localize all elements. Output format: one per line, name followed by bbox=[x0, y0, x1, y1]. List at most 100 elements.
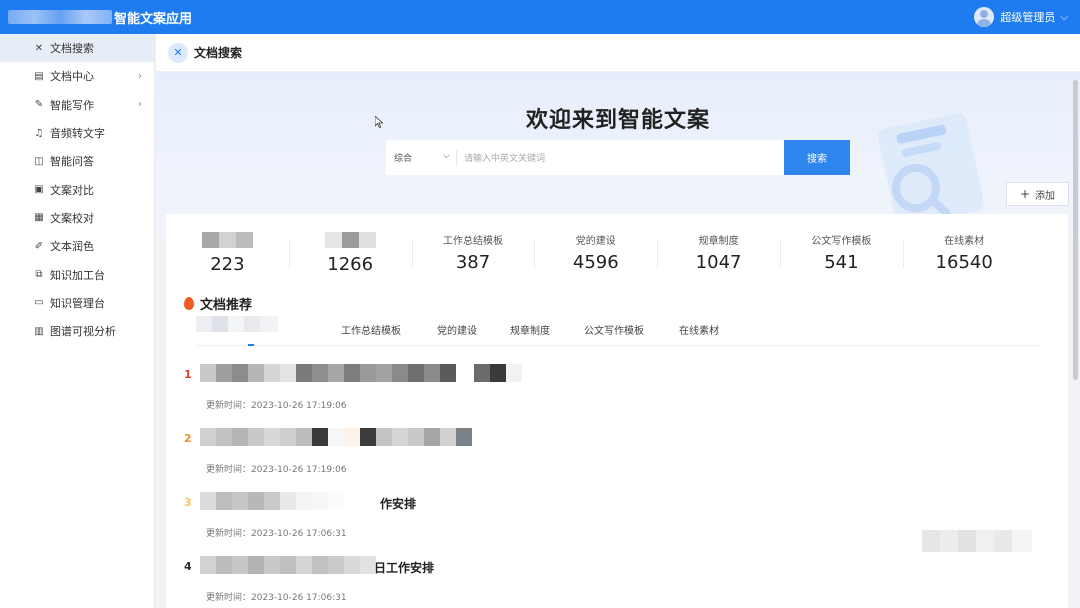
chevron-right-icon: › bbox=[138, 70, 142, 82]
stats-card: 223 1266 工作总结模板 387 党的建设 4596 规章制度 1047 … bbox=[166, 214, 1068, 286]
user-menu[interactable]: 超级管理员 ⌵ bbox=[974, 0, 1068, 34]
app-logo bbox=[8, 10, 112, 24]
search-button[interactable]: 搜索 bbox=[784, 140, 850, 175]
tab-online-materials[interactable]: 在线素材 bbox=[679, 322, 719, 337]
grid-x-icon: ✕ bbox=[168, 42, 188, 63]
tab-regulations[interactable]: 规章制度 bbox=[510, 322, 550, 337]
plus-icon: + bbox=[1019, 187, 1031, 201]
polish-icon: ✐ bbox=[34, 240, 44, 252]
item-title-tail: 日工作安排 bbox=[374, 561, 435, 575]
rank-number: 4 bbox=[184, 560, 192, 573]
chevron-down-icon: ⌵ bbox=[443, 151, 450, 161]
tab-party-building[interactable]: 党的建设 bbox=[437, 322, 477, 337]
sidebar-item-knowledge-manage[interactable]: ▭ 知识管理台 bbox=[0, 289, 154, 317]
avatar bbox=[974, 7, 995, 27]
recommend-title: 文档推荐 bbox=[200, 298, 253, 313]
sidebar-item-label: 文本润色 bbox=[50, 240, 94, 254]
sidebar-item-label: 文案对比 bbox=[50, 183, 94, 197]
stat-item[interactable]: 在线素材 16540 bbox=[902, 214, 1026, 286]
sidebar-item-audio-to-text[interactable]: ♫ 音频转文字 bbox=[0, 119, 154, 147]
tab-official-writing[interactable]: 公文写作模板 bbox=[584, 322, 644, 337]
stat-label-redacted bbox=[201, 232, 253, 248]
app-title: 智能文案应用 bbox=[114, 11, 193, 27]
sidebar: ✕ 文档搜索 ▤ 文档中心 › ✎ 智能写作 › ♫ 音频转文字 ◫ 智能问答 … bbox=[0, 34, 155, 608]
scrollbar[interactable] bbox=[1073, 80, 1078, 380]
search-type-select[interactable]: 综合 ⌵ bbox=[386, 151, 456, 164]
item-title-redacted bbox=[200, 428, 472, 446]
list-item[interactable]: 3 作安排 更新时间：2023-10-26 17:06:31 bbox=[184, 492, 784, 546]
updated-time: 更新时间：2023-10-26 17:06:31 bbox=[206, 593, 347, 603]
stat-item[interactable]: 党的建设 4596 bbox=[534, 214, 657, 286]
document-icon: ▤ bbox=[34, 70, 44, 82]
list-item[interactable]: 2 更新时间：2023-10-26 17:19:06 bbox=[184, 428, 784, 482]
search-type-value: 综合 bbox=[394, 154, 413, 164]
audio-icon: ♫ bbox=[34, 127, 44, 139]
sidebar-item-label: 文档中心 bbox=[50, 70, 94, 84]
user-name: 超级管理员 bbox=[1000, 11, 1056, 24]
add-button-label: 添加 bbox=[1035, 190, 1056, 202]
sidebar-item-label: 音频转文字 bbox=[50, 127, 105, 141]
knowledge-icon: ⧉ bbox=[35, 269, 43, 281]
sidebar-item-knowledge-process[interactable]: ⧉ 知识加工台 bbox=[0, 260, 154, 288]
recommend-panel: 文档推荐 工作总结模板 党的建设 规章制度 公文写作模板 在线素材 1 更新时间… bbox=[166, 286, 1068, 608]
sidebar-item-doc-search[interactable]: ✕ 文档搜索 bbox=[0, 34, 154, 63]
stat-item[interactable]: 223 bbox=[166, 214, 289, 286]
edit-icon: ✎ bbox=[34, 99, 44, 111]
add-button[interactable]: + 添加 bbox=[1006, 182, 1069, 206]
recommend-header: 文档推荐 bbox=[184, 294, 252, 313]
tab-redacted[interactable] bbox=[196, 316, 312, 332]
search-input[interactable]: 请输入中英文关键词 bbox=[457, 151, 794, 164]
sidebar-item-graph-analysis[interactable]: ▥ 图谱可视分析 bbox=[0, 317, 154, 345]
stat-label: 党的建设 bbox=[575, 236, 616, 247]
active-tab-indicator bbox=[248, 344, 254, 346]
sidebar-item-label: 图谱可视分析 bbox=[50, 325, 116, 339]
page-title: 文档搜索 bbox=[194, 46, 243, 60]
fire-icon bbox=[184, 297, 194, 310]
stat-item[interactable]: 规章制度 1047 bbox=[657, 214, 780, 286]
tab-work-summary[interactable]: 工作总结模板 bbox=[341, 322, 401, 337]
stat-item[interactable]: 工作总结模板 387 bbox=[411, 214, 535, 286]
stat-item[interactable]: 公文写作模板 541 bbox=[779, 214, 903, 286]
sidebar-item-label: 知识加工台 bbox=[50, 268, 105, 282]
sidebar-item-smart-writing[interactable]: ✎ 智能写作 › bbox=[0, 91, 154, 119]
item-title-tail: 作安排 bbox=[380, 497, 417, 511]
updated-time: 更新时间：2023-10-26 17:06:31 bbox=[206, 529, 347, 539]
sidebar-item-label: 文案校对 bbox=[50, 211, 94, 225]
app-brand[interactable]: 智能文案应用 bbox=[8, 8, 192, 27]
redacted-watermark bbox=[922, 530, 1032, 552]
recommend-tabs: 工作总结模板 党的建设 规章制度 公文写作模板 在线素材 bbox=[196, 316, 1041, 346]
sidebar-item-compare[interactable]: ▣ 文案对比 bbox=[0, 175, 154, 203]
proofread-icon: ▦ bbox=[34, 212, 44, 224]
list-item[interactable]: 4 日工作安排 更新时间：2023-10-26 17:06:31 bbox=[184, 556, 784, 608]
sidebar-item-label: 智能写作 bbox=[50, 98, 94, 112]
list-item[interactable]: 1 更新时间：2023-10-26 17:19:06 bbox=[184, 364, 784, 418]
rank-number: 1 bbox=[184, 368, 192, 381]
sidebar-item-smart-qa[interactable]: ◫ 智能问答 bbox=[0, 147, 154, 175]
compare-icon: ▣ bbox=[34, 184, 44, 196]
monitor-icon: ▭ bbox=[34, 297, 44, 309]
sidebar-item-polish[interactable]: ✐ 文本润色 bbox=[0, 232, 154, 260]
updated-time: 更新时间：2023-10-26 17:19:06 bbox=[206, 465, 347, 475]
sidebar-item-label: 智能问答 bbox=[50, 155, 94, 169]
stat-value: 1266 bbox=[327, 254, 374, 275]
sidebar-item-label: 知识管理台 bbox=[50, 296, 105, 310]
rank-number: 3 bbox=[184, 496, 192, 509]
grid-x-icon: ✕ bbox=[34, 42, 44, 54]
stat-label-redacted bbox=[324, 232, 376, 248]
stat-item[interactable]: 1266 bbox=[288, 214, 412, 286]
rank-number: 2 bbox=[184, 432, 192, 445]
bar-chart-icon: ▥ bbox=[34, 325, 44, 337]
chevron-right-icon: › bbox=[138, 99, 142, 111]
sidebar-item-label: 文档搜索 bbox=[50, 42, 94, 56]
sidebar-item-doc-center[interactable]: ▤ 文档中心 › bbox=[0, 62, 154, 90]
chat-icon: ◫ bbox=[34, 155, 44, 167]
top-bar: 智能文案应用 超级管理员 ⌵ bbox=[0, 0, 1080, 34]
stat-value: 16540 bbox=[935, 252, 993, 273]
stat-label: 在线素材 bbox=[944, 236, 985, 247]
item-title-redacted bbox=[200, 364, 522, 382]
sidebar-item-proofread[interactable]: ▦ 文案校对 bbox=[0, 204, 154, 232]
stat-value: 1047 bbox=[695, 252, 742, 273]
item-title-redacted bbox=[200, 556, 376, 574]
page-header: ✕ 文档搜索 bbox=[156, 34, 1080, 72]
hero-illustration bbox=[878, 113, 984, 227]
